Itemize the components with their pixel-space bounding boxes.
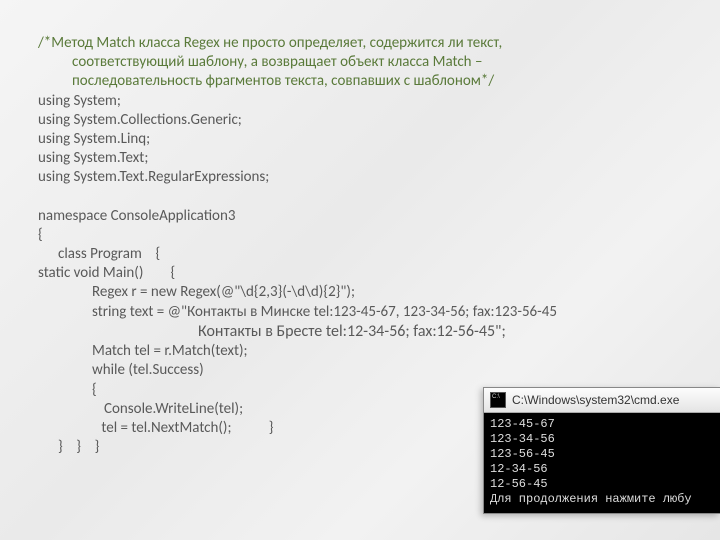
code-comment: /*Метод Match класса Regex не просто опр…	[38, 34, 690, 92]
code-line: using System.Linq;	[38, 130, 690, 149]
code-line: string text = @"Контакты в Минске tel:12…	[38, 303, 690, 322]
comment-line-2: соответствующий шаблону, а возвращает об…	[38, 53, 690, 72]
code-line: using System.Text;	[38, 149, 690, 168]
console-line: 123-56-45	[490, 447, 714, 462]
console-titlebar: C:\Windows\system32\cmd.exe	[484, 388, 720, 413]
code-line: class Program {	[38, 245, 690, 264]
code-line: using System.Collections.Generic;	[38, 111, 690, 130]
console-title: C:\Windows\system32\cmd.exe	[512, 393, 679, 407]
console-window: C:\Windows\system32\cmd.exe 123-45-67 12…	[483, 387, 720, 514]
console-line: 123-34-56	[490, 432, 714, 447]
code-line: namespace ConsoleApplication3	[38, 207, 690, 226]
comment-line-3: последовательность фрагментов текста, со…	[38, 72, 690, 91]
code-line: while (tel.Success)	[38, 361, 690, 380]
slide: { "comment": { "line1": "/*Метод Match к…	[0, 0, 720, 540]
code-line: Контакты в Бресте tel:12-34-56; fax:12-5…	[38, 322, 690, 342]
cmd-icon	[490, 392, 506, 408]
code-line	[38, 188, 690, 207]
comment-line-1: /*Метод Match класса Regex не просто опр…	[38, 34, 502, 52]
console-line: 123-45-67	[490, 417, 714, 432]
code-line: Match tel = r.Match(text);	[38, 342, 690, 361]
code-line: using System;	[38, 92, 690, 111]
console-line: Для продолжения нажмите любу	[490, 492, 714, 507]
code-line: using System.Text.RegularExpressions;	[38, 168, 690, 187]
code-line: Regex r = new Regex(@"\d{2,3}(-\d\d){2}"…	[38, 283, 690, 302]
console-line: 12-34-56	[490, 462, 714, 477]
console-output: 123-45-67 123-34-56 123-56-45 12-34-56 1…	[484, 413, 720, 513]
code-line: static void Main() {	[38, 264, 690, 283]
console-line: 12-56-45	[490, 477, 714, 492]
code-line: {	[38, 226, 690, 245]
